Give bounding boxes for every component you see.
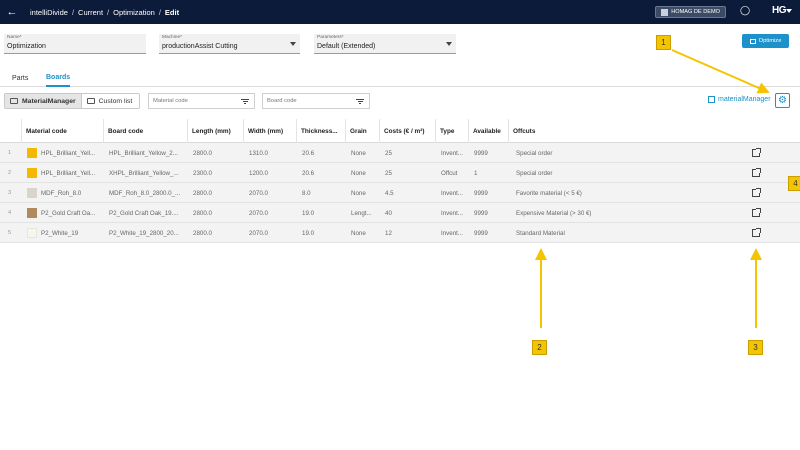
callout-3: 3	[748, 340, 763, 355]
callout-1: 1	[656, 35, 671, 50]
callout-arrow-1	[671, 49, 770, 94]
annotation-arrows	[535, 49, 770, 328]
callout-4: 4	[788, 176, 800, 191]
callout-2: 2	[532, 340, 547, 355]
